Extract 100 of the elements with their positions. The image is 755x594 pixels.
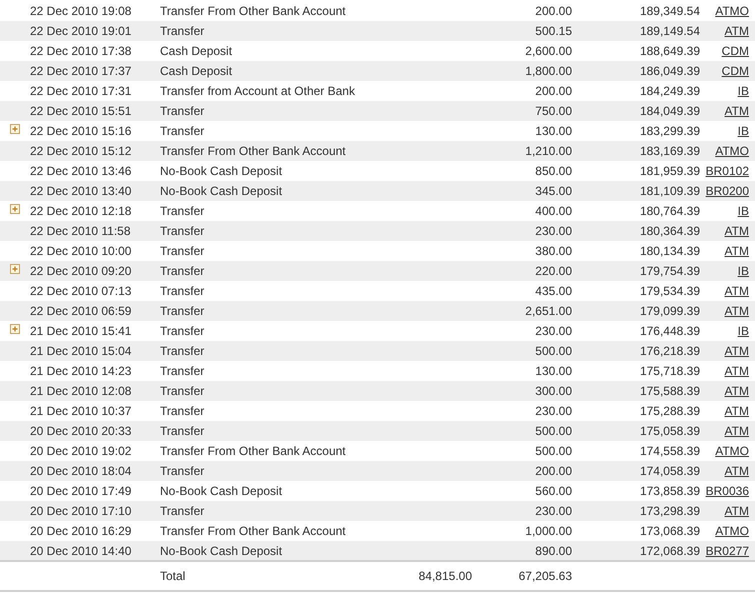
amount-cell: 380.00 xyxy=(535,244,572,258)
date-cell: 22 Dec 2010 17:31 xyxy=(30,84,132,98)
reference-link[interactable]: ATM xyxy=(724,464,749,478)
reference-link[interactable]: ATM xyxy=(724,364,749,378)
reference-link[interactable]: ATM xyxy=(724,304,749,318)
amount-cell: 230.00 xyxy=(535,404,572,418)
amount-cell: 230.00 xyxy=(535,324,572,338)
reference-link[interactable]: IB xyxy=(738,324,749,338)
date-cell: 22 Dec 2010 15:51 xyxy=(30,104,132,118)
expand-icon[interactable] xyxy=(10,264,20,274)
amount-cell: 500.00 xyxy=(535,444,572,458)
reference-link[interactable]: BR0036 xyxy=(706,484,749,498)
amount-cell: 435.00 xyxy=(535,284,572,298)
balance-cell: 186,049.39 xyxy=(640,64,700,78)
date-cell: 20 Dec 2010 20:33 xyxy=(30,424,132,438)
date-cell: 22 Dec 2010 10:00 xyxy=(30,244,132,258)
description-cell: Transfer xyxy=(160,504,204,518)
description-cell: Transfer xyxy=(160,124,204,138)
date-cell: 22 Dec 2010 19:01 xyxy=(30,24,132,38)
amount-cell: 2,600.00 xyxy=(525,44,572,58)
date-cell: 20 Dec 2010 18:04 xyxy=(30,464,132,478)
date-cell: 21 Dec 2010 15:41 xyxy=(30,324,132,338)
balance-cell: 179,754.39 xyxy=(640,264,700,278)
reference-link[interactable]: ATMO xyxy=(715,144,749,158)
description-cell: Transfer From Other Bank Account xyxy=(160,444,346,458)
date-cell: 22 Dec 2010 15:16 xyxy=(30,124,132,138)
reference-link[interactable]: ATM xyxy=(724,424,749,438)
reference-link[interactable]: ATM xyxy=(724,244,749,258)
expand-icon[interactable] xyxy=(10,204,20,214)
amount-cell: 345.00 xyxy=(535,184,572,198)
date-cell: 20 Dec 2010 16:29 xyxy=(30,524,132,538)
balance-cell: 179,099.39 xyxy=(640,304,700,318)
description-cell: Transfer xyxy=(160,104,204,118)
amount-cell: 500.00 xyxy=(535,424,572,438)
balance-cell: 180,364.39 xyxy=(640,224,700,238)
reference-link[interactable]: ATM xyxy=(724,104,749,118)
date-cell: 22 Dec 2010 11:58 xyxy=(30,224,131,238)
reference-link[interactable]: BR0200 xyxy=(706,184,749,198)
date-cell: 22 Dec 2010 17:37 xyxy=(30,64,132,78)
date-cell: 20 Dec 2010 17:10 xyxy=(30,504,132,518)
balance-cell: 176,218.39 xyxy=(640,344,700,358)
reference-link[interactable]: IB xyxy=(738,204,749,218)
reference-link[interactable]: IB xyxy=(738,84,749,98)
reference-link[interactable]: CDM xyxy=(722,44,749,58)
description-cell: No-Book Cash Deposit xyxy=(160,164,282,178)
reference-link[interactable]: ATM xyxy=(724,24,749,38)
balance-cell: 184,249.39 xyxy=(640,84,700,98)
balance-cell: 181,959.39 xyxy=(640,164,700,178)
reference-link[interactable]: CDM xyxy=(722,64,749,78)
amount-cell: 2,651.00 xyxy=(525,304,572,318)
description-cell: Transfer From Other Bank Account xyxy=(160,524,346,538)
reference-link[interactable]: ATMO xyxy=(715,524,749,538)
description-cell: Transfer xyxy=(160,364,204,378)
description-cell: Transfer xyxy=(160,324,204,338)
total-debit: 84,815.00 xyxy=(418,569,472,583)
date-cell: 21 Dec 2010 10:37 xyxy=(30,404,132,418)
reference-link[interactable]: ATMO xyxy=(715,444,749,458)
balance-cell: 184,049.39 xyxy=(640,104,700,118)
amount-cell: 200.00 xyxy=(535,464,572,478)
total-credit: 67,205.63 xyxy=(518,569,572,583)
balance-cell: 175,058.39 xyxy=(640,424,700,438)
balance-cell: 183,299.39 xyxy=(640,124,700,138)
reference-link[interactable]: ATM xyxy=(724,504,749,518)
description-cell: Transfer from Account at Other Bank xyxy=(160,84,355,98)
date-cell: 22 Dec 2010 06:59 xyxy=(30,304,132,318)
description-cell: Transfer xyxy=(160,304,204,318)
description-cell: Transfer xyxy=(160,344,204,358)
description-cell: Transfer xyxy=(160,404,204,418)
date-cell: 21 Dec 2010 14:23 xyxy=(30,364,132,378)
description-cell: Cash Deposit xyxy=(160,64,232,78)
balance-cell: 172,068.39 xyxy=(640,544,700,558)
reference-link[interactable]: ATM xyxy=(724,224,749,238)
amount-cell: 500.15 xyxy=(535,24,572,38)
total-label: Total xyxy=(160,569,186,583)
date-cell: 21 Dec 2010 12:08 xyxy=(30,384,132,398)
description-cell: Transfer From Other Bank Account xyxy=(160,144,346,158)
amount-cell: 130.00 xyxy=(535,364,572,378)
reference-link[interactable]: ATM xyxy=(724,284,749,298)
balance-cell: 189,349.54 xyxy=(640,4,700,18)
amount-cell: 300.00 xyxy=(535,384,572,398)
amount-cell: 1,210.00 xyxy=(525,144,572,158)
reference-link[interactable]: IB xyxy=(738,124,749,138)
reference-link[interactable]: BR0102 xyxy=(706,164,749,178)
amount-cell: 200.00 xyxy=(535,4,572,18)
description-cell: No-Book Cash Deposit xyxy=(160,544,282,558)
reference-link[interactable]: IB xyxy=(738,264,749,278)
reference-link[interactable]: BR0277 xyxy=(706,544,749,558)
amount-cell: 130.00 xyxy=(535,124,572,138)
description-cell: Transfer xyxy=(160,24,204,38)
reference-link[interactable]: ATM xyxy=(724,384,749,398)
expand-icon[interactable] xyxy=(10,324,20,334)
balance-cell: 173,858.39 xyxy=(640,484,700,498)
balance-cell: 174,558.39 xyxy=(640,444,700,458)
reference-link[interactable]: ATMO xyxy=(715,4,749,18)
reference-link[interactable]: ATM xyxy=(724,404,749,418)
reference-link[interactable]: ATM xyxy=(724,344,749,358)
balance-cell: 173,068.39 xyxy=(640,524,700,538)
expand-icon[interactable] xyxy=(10,124,20,134)
description-cell: Transfer xyxy=(160,424,204,438)
balance-cell: 174,058.39 xyxy=(640,464,700,478)
